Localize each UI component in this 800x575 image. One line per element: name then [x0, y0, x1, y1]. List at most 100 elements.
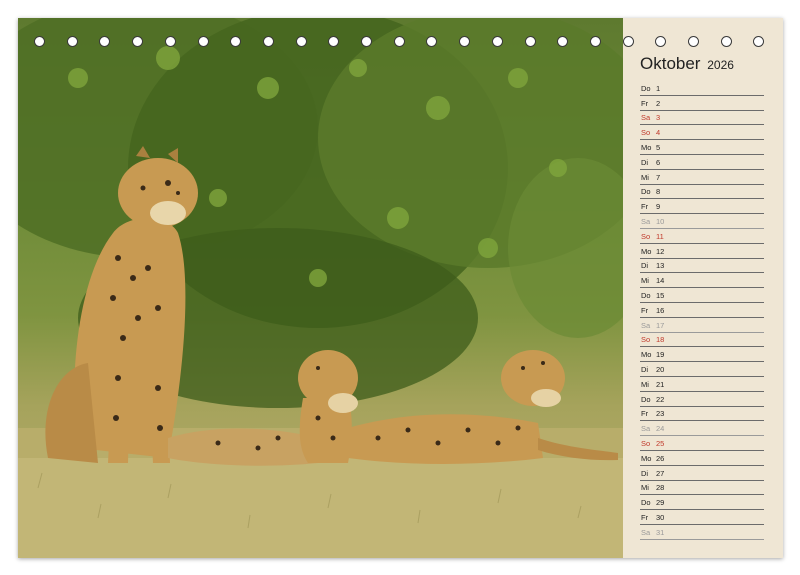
day-row: So 18	[640, 332, 764, 348]
day-row: Mo 19	[640, 346, 764, 363]
binding-ring	[295, 36, 307, 47]
day-row: Fr 23	[640, 406, 764, 422]
month-title: Oktober 2026	[640, 54, 734, 74]
weekday-label: Fr	[641, 305, 649, 315]
day-number: 22	[656, 394, 665, 404]
day-number: 26	[656, 453, 665, 463]
day-row: Di 27	[640, 465, 764, 481]
day-number: 10	[656, 216, 665, 226]
day-row: So 11	[640, 228, 764, 244]
day-number: 31	[656, 527, 665, 537]
weekday-label: Mi	[641, 483, 649, 493]
day-number: 21	[656, 379, 665, 389]
binding-ring	[688, 36, 699, 47]
day-row: Sa 17	[640, 317, 764, 333]
day-row: Fr 9	[640, 198, 764, 215]
weekday-label: Fr	[641, 409, 649, 419]
day-row: Do 15	[640, 287, 764, 303]
weekday-label: Mi	[641, 276, 649, 286]
binding-ring	[66, 36, 78, 47]
day-number: 11	[656, 231, 664, 241]
day-row: Mi 7	[640, 169, 764, 185]
day-number: 3	[656, 113, 661, 123]
day-row: Mi 21	[640, 376, 764, 392]
month-name: Oktober	[640, 54, 701, 73]
day-row: Di 6	[640, 154, 764, 170]
weekday-label: Mo	[641, 142, 652, 152]
day-row: Fr 30	[640, 509, 764, 525]
day-row: Di 20	[640, 361, 764, 377]
day-number: 29	[656, 498, 665, 508]
weekday-label: Sa	[641, 424, 651, 434]
day-number: 9	[656, 202, 661, 212]
cheetah-photo	[18, 18, 623, 558]
day-row: Sa 3	[640, 110, 764, 126]
day-number: 27	[656, 468, 665, 478]
binding-ring	[426, 36, 438, 47]
binding-ring	[34, 36, 45, 47]
binding-ring	[459, 36, 471, 47]
weekday-label: Mo	[641, 246, 652, 256]
binding-ring	[328, 36, 340, 47]
day-number: 8	[656, 187, 661, 197]
day-row: Sa 10	[640, 213, 764, 229]
day-number: 30	[656, 512, 665, 522]
day-row: Di 13	[640, 258, 764, 274]
weekday-label: Di	[641, 261, 649, 271]
day-row: So 4	[640, 124, 764, 141]
weekday-label: Mi	[641, 172, 649, 182]
day-number: 5	[656, 142, 661, 152]
day-row: Do 29	[640, 494, 764, 511]
binding-ring	[589, 36, 601, 47]
calendar-page: Oktober 2026 Do 1 Fr 2 Sa 3 So 4 Mo 5 Di 6 Mi 7 Do 8 Fr 9…	[18, 18, 783, 558]
weekday-label: Di	[641, 468, 649, 478]
day-row: Mo 5	[640, 139, 764, 155]
day-row: Mo 26	[640, 450, 764, 466]
binding-ring	[393, 36, 405, 47]
binding-ring	[491, 36, 503, 47]
day-number: 7	[656, 172, 661, 182]
weekday-label: Do	[641, 498, 651, 508]
weekday-label: Sa	[641, 113, 651, 123]
day-number: 15	[656, 290, 665, 300]
day-number: 19	[656, 350, 665, 360]
binding-ring	[99, 36, 111, 47]
day-row: Sa 24	[640, 420, 764, 437]
day-row: So 25	[640, 435, 764, 451]
weekday-label: Sa	[641, 320, 651, 330]
day-number: 24	[656, 424, 665, 434]
day-number: 16	[656, 305, 665, 315]
day-row: Do 22	[640, 391, 764, 407]
binding-ring	[622, 36, 634, 47]
weekday-label: Sa	[641, 216, 651, 226]
day-row: Do 1	[640, 80, 764, 96]
weekday-label: Di	[641, 364, 649, 374]
weekday-label: Mo	[641, 350, 652, 360]
binding-ring	[262, 36, 274, 47]
binding-ring	[720, 36, 732, 47]
day-number: 18	[656, 335, 665, 345]
day-number: 14	[656, 276, 665, 286]
day-number: 28	[656, 483, 665, 493]
day-row: Mi 14	[640, 272, 764, 289]
binding-ring	[132, 36, 144, 47]
month-year: 2026	[707, 58, 734, 72]
binding-ring	[524, 36, 536, 47]
day-number: 2	[656, 98, 661, 108]
day-number: 17	[656, 320, 665, 330]
day-number: 4	[656, 128, 661, 138]
weekday-label: Fr	[641, 202, 649, 212]
weekday-label: So	[641, 231, 651, 241]
weekday-label: Mi	[641, 379, 649, 389]
day-number: 20	[656, 364, 665, 374]
day-number: 6	[656, 157, 661, 167]
day-number: 23	[656, 409, 665, 419]
weekday-label: So	[641, 128, 651, 138]
day-number: 12	[656, 246, 665, 256]
binding-ring	[230, 36, 242, 47]
weekday-label: Fr	[641, 512, 649, 522]
day-number: 25	[656, 438, 665, 448]
photo-illustration	[18, 18, 623, 558]
weekday-label: Do	[641, 290, 651, 300]
weekday-label: Sa	[641, 527, 651, 537]
